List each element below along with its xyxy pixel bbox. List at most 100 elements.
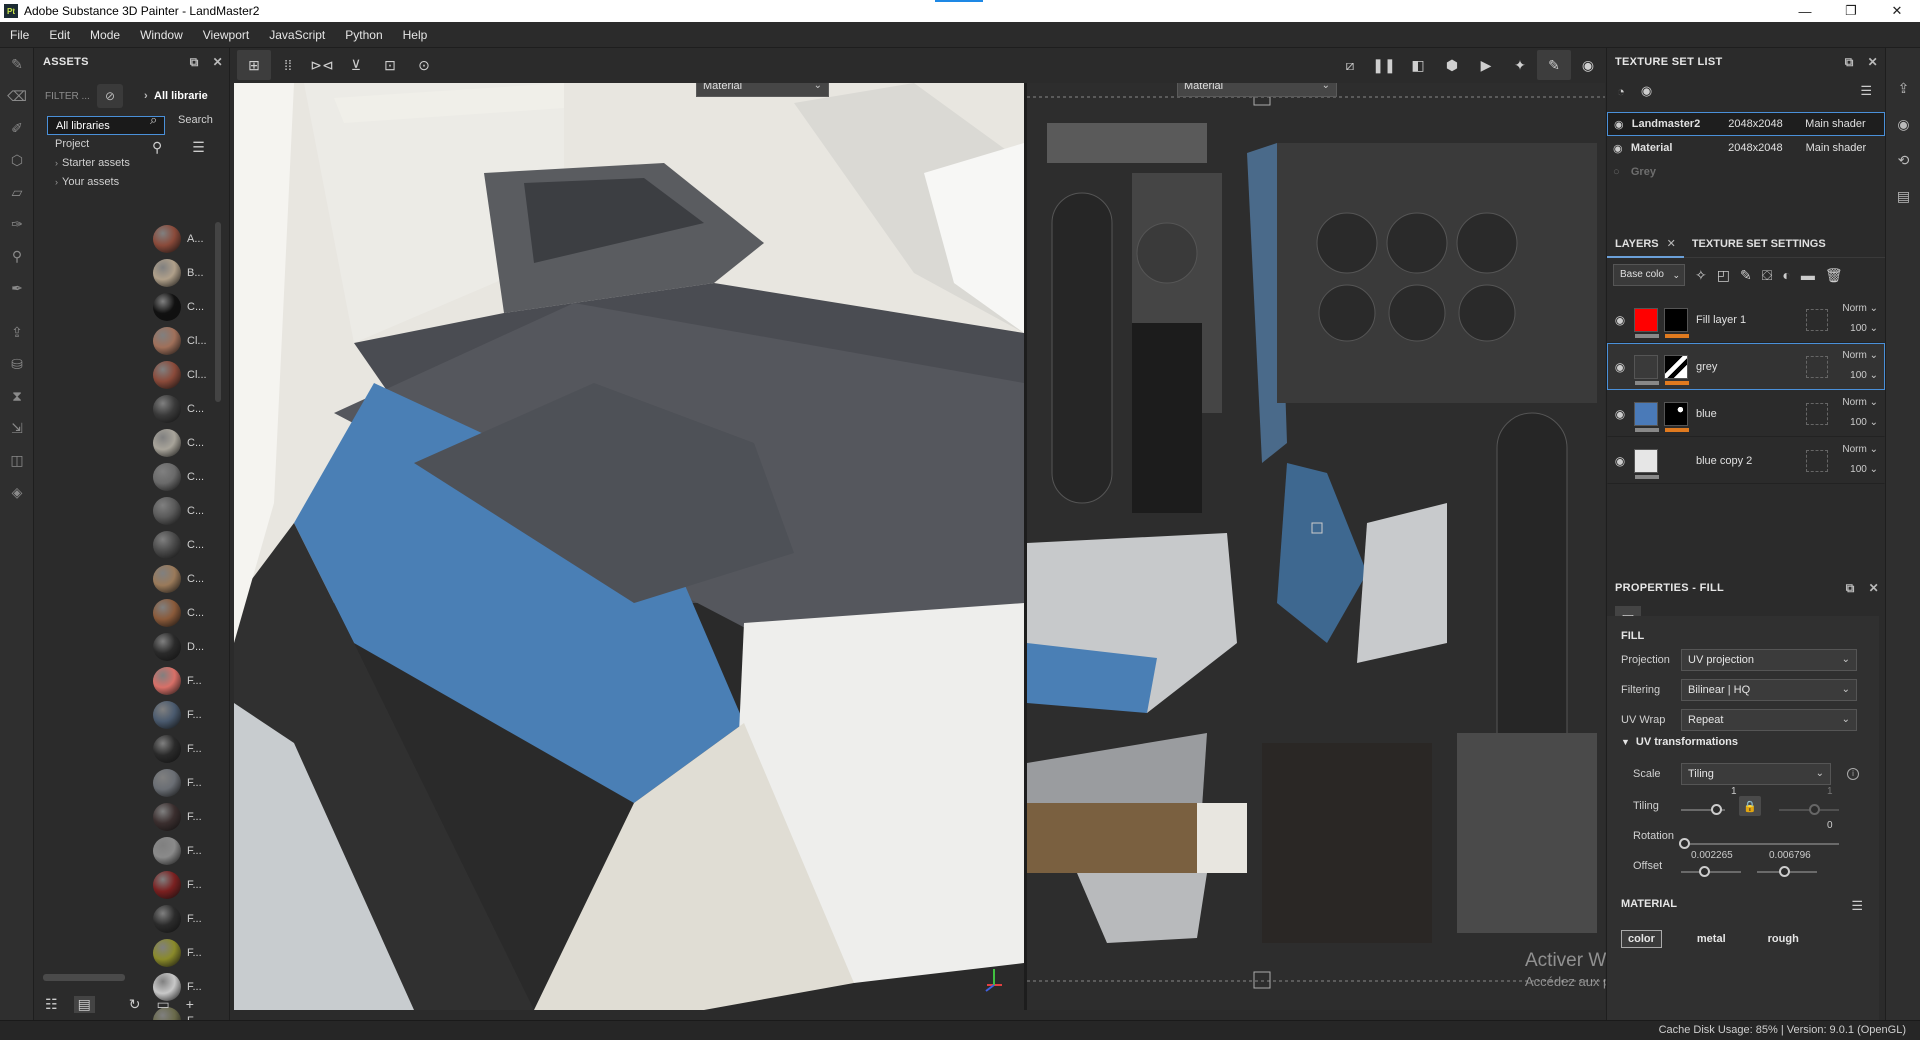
- add-effect-icon[interactable]: ✧: [1695, 267, 1707, 284]
- search-input[interactable]: ⌕ Search: [140, 108, 230, 132]
- texture-set-row[interactable]: ◉ Landmaster2 2048x2048 Main shader: [1607, 112, 1885, 136]
- display-settings-icon[interactable]: ◫: [0, 444, 34, 476]
- shader-settings-icon[interactable]: ◈: [0, 476, 34, 508]
- menu-help[interactable]: Help: [393, 28, 438, 42]
- material-item[interactable]: F...: [145, 902, 219, 936]
- layer-thumbnail[interactable]: [1634, 448, 1659, 479]
- offset-slider-2[interactable]: [1757, 866, 1817, 878]
- list-view-icon[interactable]: ☰: [192, 139, 205, 156]
- material-item[interactable]: B...: [145, 256, 219, 290]
- material-menu-icon[interactable]: ☰: [1851, 898, 1863, 914]
- material-item[interactable]: C...: [145, 392, 219, 426]
- layer-row[interactable]: ◉ grey Norm ⌄ 100 ⌄: [1607, 343, 1885, 390]
- blend-mode-select[interactable]: Norm ⌄: [1842, 397, 1878, 408]
- filter-stack-icon[interactable]: ⧗: [0, 380, 34, 412]
- layer-thumbnail[interactable]: [1634, 307, 1659, 338]
- add-folder-icon[interactable]: ▬: [1801, 267, 1815, 283]
- refresh-icon[interactable]: ↻: [129, 996, 141, 1013]
- close-panel-icon[interactable]: ✕: [1869, 581, 1879, 595]
- viewport-3d-channel-select[interactable]: Material ⌄: [696, 83, 829, 97]
- hide-ui-icon[interactable]: ⧄: [1333, 50, 1367, 80]
- layer-row[interactable]: ◉ blue Norm ⌄ 100 ⌄: [1607, 390, 1885, 437]
- viewport-3d[interactable]: Material ⌄: [234, 83, 1024, 1010]
- uv-transformations-toggle[interactable]: ▼ UV transformations: [1621, 736, 1738, 748]
- add-fill-layer-icon[interactable]: ⛋: [1762, 267, 1773, 284]
- material-item[interactable]: C...: [145, 426, 219, 460]
- tab-layers[interactable]: LAYERS ✕: [1607, 230, 1684, 258]
- eye-icon[interactable]: ◉: [1614, 118, 1632, 131]
- expand-arrow-icon[interactable]: ›: [55, 158, 58, 168]
- material-item[interactable]: F...: [145, 766, 219, 800]
- info-icon[interactable]: i: [1847, 768, 1859, 780]
- eraser-icon[interactable]: ⌫: [0, 80, 34, 112]
- eye-icon[interactable]: ◉: [1608, 313, 1632, 327]
- camera-icon[interactable]: ◉: [1571, 50, 1605, 80]
- add-icon[interactable]: +: [186, 996, 194, 1012]
- layer-thumbnail[interactable]: [1634, 354, 1659, 385]
- eye-icon[interactable]: ◉: [1641, 83, 1652, 99]
- menu-icon[interactable]: ☰: [1860, 83, 1872, 99]
- minimize-icon[interactable]: —: [1782, 0, 1828, 22]
- lock-icon[interactable]: 🔒: [1739, 796, 1761, 816]
- material-item[interactable]: F...: [145, 732, 219, 766]
- add-smart-material-icon[interactable]: ◐: [1782, 267, 1790, 283]
- visibility-off-icon[interactable]: ⊘: [97, 84, 123, 108]
- breadcrumb[interactable]: All librarie: [140, 84, 230, 108]
- texture-set-row[interactable]: ○ Grey: [1607, 160, 1885, 184]
- material-item[interactable]: F...: [145, 800, 219, 834]
- layer-row[interactable]: ◉ blue copy 2 Norm ⌄ 100 ⌄: [1607, 437, 1885, 484]
- blend-mode-select[interactable]: Norm ⌄: [1842, 350, 1878, 361]
- material-item[interactable]: C...: [145, 494, 219, 528]
- material-item[interactable]: C...: [145, 460, 219, 494]
- menu-javascript[interactable]: JavaScript: [259, 28, 335, 42]
- eye-icon[interactable]: ◉: [1608, 360, 1632, 374]
- grid-icon[interactable]: ⁞⁞: [271, 50, 305, 80]
- opacity-field[interactable]: 100 ⌄: [1850, 464, 1878, 475]
- paint-brush-icon[interactable]: ✎: [0, 48, 34, 80]
- opacity-field[interactable]: 100 ⌄: [1850, 323, 1878, 334]
- material-item[interactable]: D...: [145, 630, 219, 664]
- blend-mode-select[interactable]: Norm ⌄: [1842, 303, 1878, 314]
- material-item[interactable]: F...: [145, 698, 219, 732]
- layer-dropzone[interactable]: [1806, 402, 1828, 425]
- close-icon[interactable]: ✕: [1874, 0, 1920, 22]
- add-mask-icon[interactable]: ◰: [1717, 267, 1730, 284]
- cube-icon[interactable]: ⬢: [1435, 50, 1469, 80]
- layer-dropzone[interactable]: [1806, 355, 1828, 378]
- eye-icon[interactable]: ◉: [1608, 407, 1632, 421]
- symmetry-y-icon[interactable]: ⊻: [339, 50, 373, 80]
- geometry-mask-icon[interactable]: ⬡: [0, 144, 34, 176]
- iray-icon[interactable]: ✦: [1503, 50, 1537, 80]
- material-item[interactable]: C...: [145, 528, 219, 562]
- float-panel-icon[interactable]: ⧉: [190, 55, 199, 70]
- close-panel-icon[interactable]: ✕: [1868, 55, 1878, 69]
- layer-dropzone[interactable]: [1806, 449, 1828, 472]
- eye-icon[interactable]: ◉: [1613, 142, 1631, 155]
- material-item[interactable]: F...: [145, 834, 219, 868]
- projection-icon[interactable]: ✐: [0, 112, 34, 144]
- channel-select[interactable]: Base colo ⌄: [1613, 264, 1685, 286]
- menu-python[interactable]: Python: [335, 28, 392, 42]
- reset-view-icon[interactable]: ⊙: [407, 50, 441, 80]
- history-icon[interactable]: ⟲: [1886, 144, 1920, 176]
- brush-mode-icon[interactable]: ✎: [1537, 50, 1571, 80]
- tab-texture-set-settings[interactable]: TEXTURE SET SETTINGS: [1684, 230, 1834, 258]
- import-icon[interactable]: ⇪: [0, 316, 34, 348]
- layer-mask-thumbnail[interactable]: [1664, 401, 1689, 432]
- rotation-slider[interactable]: [1679, 838, 1839, 850]
- channel-metal-toggle[interactable]: metal: [1690, 930, 1733, 948]
- color-picker-icon[interactable]: ✒: [0, 272, 34, 304]
- layer-dropzone[interactable]: [1806, 308, 1828, 331]
- restore-icon[interactable]: ❐: [1828, 0, 1874, 22]
- smudge-icon[interactable]: ✑: [0, 208, 34, 240]
- thumbnails-icon[interactable]: ▤: [73, 995, 95, 1013]
- export-icon[interactable]: ⇲: [0, 412, 34, 444]
- material-item[interactable]: C...: [145, 562, 219, 596]
- assets-hscrollbar[interactable]: [43, 974, 125, 981]
- clone-stamp-icon[interactable]: ⚲: [0, 240, 34, 272]
- add-paint-layer-icon[interactable]: ✎: [1740, 267, 1752, 284]
- filtering-select[interactable]: Bilinear | HQ ⌄: [1681, 679, 1857, 701]
- library-yours[interactable]: › Your assets: [47, 173, 165, 192]
- visibility-toggle-icon[interactable]: ◔: [1617, 84, 1625, 99]
- log-icon[interactable]: ▤: [1886, 180, 1920, 212]
